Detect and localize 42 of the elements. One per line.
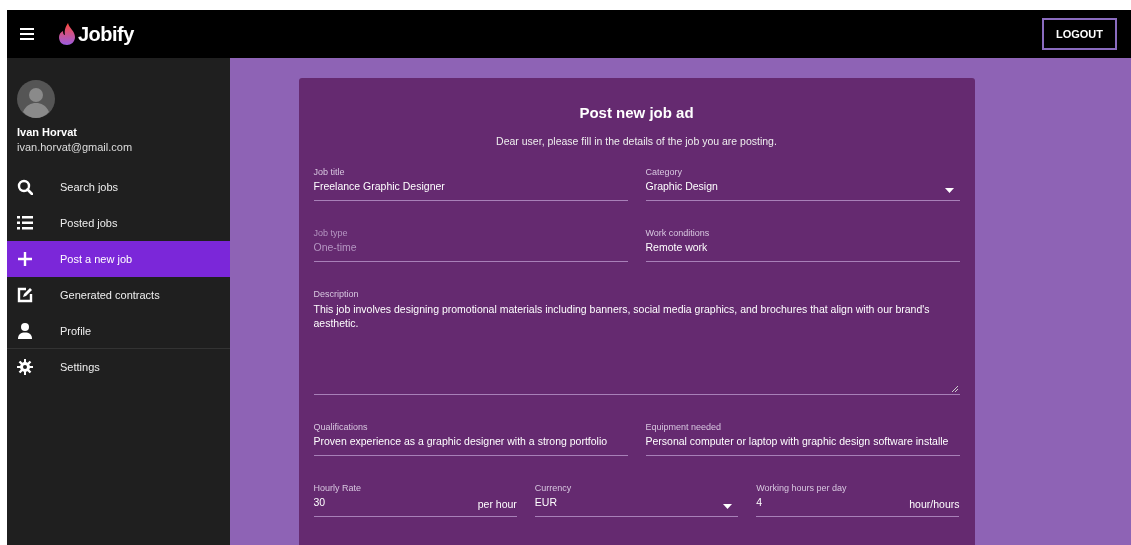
sidebar-item[interactable]: Settings xyxy=(7,349,230,385)
resize-handle-icon[interactable] xyxy=(951,386,958,392)
app-logo-text: Jobify xyxy=(78,22,134,46)
input-field[interactable]: Personal computer or laptop with graphic design software installe xyxy=(645,435,960,456)
caret-icon xyxy=(723,504,733,509)
input-field[interactable]: Freelance Graphic Designer xyxy=(313,180,628,201)
unit-label: hour/hours xyxy=(909,498,960,510)
field-label: Currency xyxy=(534,483,573,493)
field-label: Job type xyxy=(313,228,349,238)
select-field[interactable]: Graphic Design xyxy=(645,180,960,201)
form-subtitle: Dear user, please fill in the details of the job you are posting. xyxy=(495,135,778,147)
form-title: Post new job ad xyxy=(578,104,695,121)
caret-icon xyxy=(944,188,954,193)
input-field[interactable]: Proven experience as a graphic designer with a strong portfolio xyxy=(313,435,628,456)
text-area[interactable]: This job involves designing promotional materials including banners, social media graphics, and brochures that align with our brand's aesthetic. xyxy=(313,302,960,395)
field-label: Equipment needed xyxy=(645,422,723,432)
list-icon xyxy=(17,215,33,231)
field-label: Hourly Rate xyxy=(313,483,363,493)
person-icon xyxy=(17,322,33,339)
field-label: Job title xyxy=(313,167,346,177)
sidebar-item[interactable]: Generated contracts xyxy=(7,277,230,313)
sidebar-item[interactable]: Posted jobs xyxy=(7,205,230,241)
user-email: ivan.horvat@gmail.com xyxy=(17,141,134,153)
settings-icon xyxy=(17,359,33,375)
field-label: Working hours per day xyxy=(756,483,848,493)
unit-label: per hour xyxy=(477,498,517,510)
avatar-icon xyxy=(17,80,55,118)
sidebar-item[interactable]: Search jobs xyxy=(7,169,230,205)
logout-button[interactable]: LOGOUT xyxy=(1041,18,1117,50)
field-label: Work conditions xyxy=(645,228,711,238)
sidebar-item[interactable]: Profile xyxy=(7,313,230,349)
field-label: Description xyxy=(313,289,360,299)
search-icon xyxy=(17,179,33,195)
flame-logo-icon xyxy=(58,23,76,45)
field-label: Qualifications xyxy=(313,422,369,432)
menu-icon[interactable] xyxy=(20,28,34,40)
user-name: Ivan Horvat xyxy=(17,126,78,138)
sidebar-item[interactable]: Post a new job xyxy=(7,241,230,277)
input-field[interactable]: Remote work xyxy=(645,241,960,262)
plus-icon xyxy=(17,251,33,267)
edit-icon xyxy=(17,287,33,303)
field-label: Category xyxy=(645,167,684,177)
